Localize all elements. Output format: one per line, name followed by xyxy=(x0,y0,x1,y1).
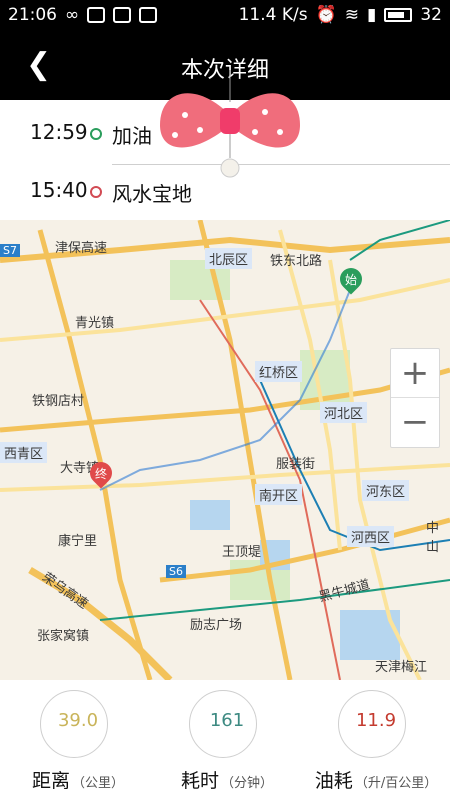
infinity-icon: ∞ xyxy=(65,5,80,25)
map-label: 中山 xyxy=(426,521,440,555)
start-marker-label: 始 xyxy=(345,273,358,287)
route-map[interactable]: 津保高速 北辰区 铁东北路 青光镇 红桥区 铁钢店村 河北区 西青区 大寺镇 服… xyxy=(0,220,450,680)
map-label: 张家窝镇 xyxy=(37,629,90,644)
stat-fuel: 11.9 油耗 （升/百公里） xyxy=(306,690,446,800)
end-dot-icon xyxy=(90,186,102,198)
map-label: 王顶堤 xyxy=(222,545,262,560)
wifi-icon: ≋ xyxy=(344,5,359,25)
map-label: 西青区 xyxy=(0,442,48,463)
zoom-out-button[interactable]: − xyxy=(391,398,439,446)
map-label: 河西区 xyxy=(347,526,395,547)
map-label: 铁东北路 xyxy=(270,254,323,269)
status-bar: 21:06 ∞ 11.4 K/s ⏰ ≋ ▮ 32 xyxy=(0,0,450,32)
route-info: 12:59 加油 15:40 风水宝地 xyxy=(0,100,450,220)
route-start-row: 12:59 加油 xyxy=(0,106,450,165)
route-end-row: 15:40 风水宝地 xyxy=(0,164,450,214)
map-label: 天津梅江 xyxy=(375,660,428,675)
battery-level: 32 xyxy=(420,5,442,25)
map-label: 红桥区 xyxy=(255,361,303,382)
map-label: 北辰区 xyxy=(205,248,253,269)
app-notification-icon xyxy=(87,7,106,23)
app-notification-icon-2 xyxy=(113,7,132,23)
zoom-controls: + − xyxy=(390,348,440,448)
fuel-value: 11.9 xyxy=(355,710,397,731)
network-speed: 11.4 K/s xyxy=(238,5,308,25)
stat-distance: 39.0 距离 （公里） xyxy=(8,690,148,800)
start-dot-icon xyxy=(90,128,102,140)
end-place: 风水宝地 xyxy=(112,182,192,206)
map-label: 河北区 xyxy=(320,402,368,423)
map-label: S7 xyxy=(0,244,20,257)
status-time: 21:06 xyxy=(8,5,57,25)
map-label: 青光镇 xyxy=(75,316,115,331)
fuel-label: 油耗 （升/百公里） xyxy=(314,770,438,792)
image-icon xyxy=(139,7,158,23)
map-label: 励志广场 xyxy=(190,618,243,633)
map-label: 河东区 xyxy=(362,480,410,501)
battery-icon xyxy=(384,8,413,22)
duration-label: 耗时 （分钟） xyxy=(180,770,274,792)
start-time: 12:59 xyxy=(30,120,88,144)
stat-duration: 161 耗时 （分钟） xyxy=(157,690,297,800)
map-canvas xyxy=(0,220,450,680)
end-marker-label: 终 xyxy=(95,467,108,481)
end-time: 15:40 xyxy=(30,178,88,202)
trip-stats: 39.0 距离 （公里） 161 耗时 （分钟） 11.9 油耗 （升/百公里） xyxy=(0,680,450,800)
zoom-in-button[interactable]: + xyxy=(391,349,439,397)
distance-label: 距离 （公里） xyxy=(31,770,125,792)
map-label: S6 xyxy=(166,565,186,578)
signal-icon: ▮ xyxy=(367,5,377,25)
map-label: 康宁里 xyxy=(58,534,98,549)
duration-value: 161 xyxy=(209,710,245,731)
map-label: 南开区 xyxy=(255,484,303,505)
map-label: 津保高速 xyxy=(55,241,108,256)
start-place: 加油 xyxy=(112,124,152,148)
map-label: 铁钢店村 xyxy=(32,394,85,409)
alarm-icon: ⏰ xyxy=(315,5,337,25)
map-label: 服装街 xyxy=(276,457,316,472)
page-title: 本次详细 xyxy=(180,58,269,83)
app-header: ❮ 本次详细 xyxy=(0,32,450,100)
distance-value: 39.0 xyxy=(57,710,99,731)
